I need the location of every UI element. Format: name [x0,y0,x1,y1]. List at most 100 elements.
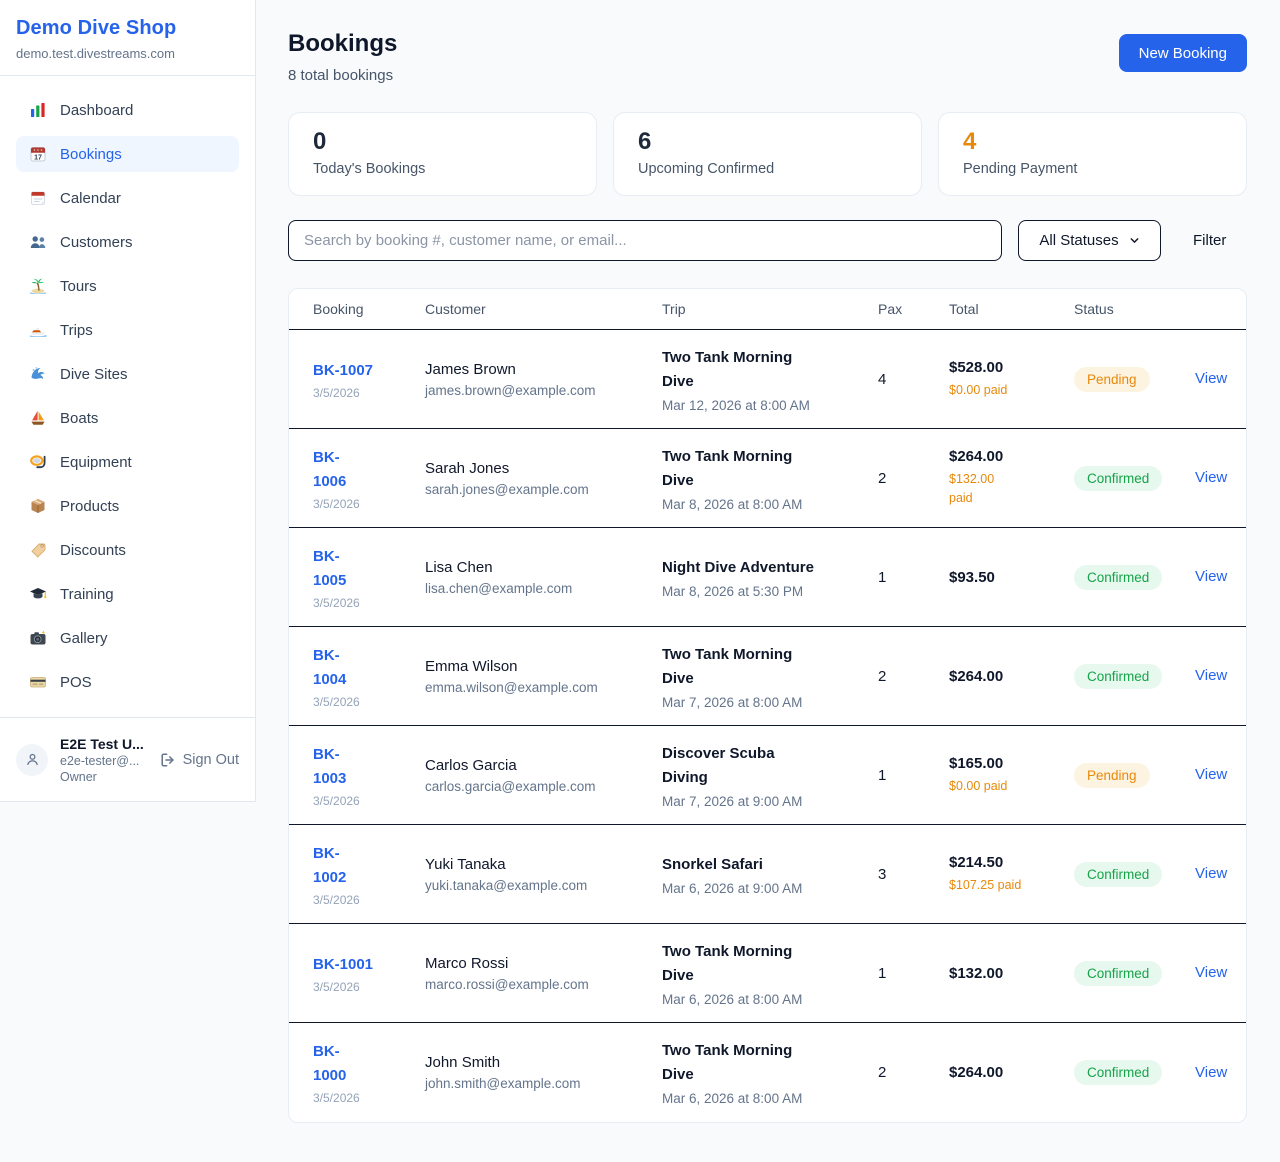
booking-id-link[interactable]: BK-1004 [313,644,359,692]
total-cell: $132.00 [949,965,1074,982]
sidebar-item-boats[interactable]: Boats [16,400,239,436]
pax-value: 4 [878,371,949,388]
sidebar-item-pos[interactable]: POS [16,664,239,700]
view-cell: View [1195,766,1227,784]
view-link[interactable]: View [1195,766,1227,783]
trip-cell: Two Tank Morning Dive Mar 6, 2026 at 8:00… [662,940,878,1007]
discounts-icon [29,541,47,559]
trip-cell: Two Tank Morning DiveMar 7, 2026 at 8:00… [662,643,878,710]
trips-icon [29,321,47,339]
booking-date: 3/5/2026 [313,1091,425,1105]
sidebar-item-label: Bookings [60,146,122,163]
sidebar-item-trips[interactable]: Trips [16,312,239,348]
sidebar-item-calendar[interactable]: Calendar [16,180,239,216]
total-amount: $93.50 [949,569,1074,586]
trip-datetime: Mar 6, 2026 at 8:00 AM [662,992,878,1007]
status-badge: Pending [1074,763,1150,788]
main-content: Bookings 8 total bookings New Booking 0 … [256,0,1280,1123]
booking-id-link[interactable]: BK-1001 [313,953,373,977]
booking-id-link[interactable]: BK-1003 [313,743,359,791]
booking-id-link[interactable]: BK-1007 [313,359,373,383]
filter-button[interactable]: Filter [1193,232,1226,249]
customers-icon [29,233,47,251]
bookings-table: Booking Customer Trip Pax Total Status B… [288,288,1247,1123]
sidebar-item-label: Trips [60,322,93,339]
trip-name: Snorkel Safari [662,853,822,877]
paid-amount: $132.00 paid [949,470,1007,508]
sidebar-item-tours[interactable]: Tours [16,268,239,304]
customer-email: sarah.jones@example.com [425,482,662,497]
sidebar-item-label: Dashboard [60,102,133,119]
total-cell: $528.00$0.00 paid [949,359,1074,400]
stat-label: Pending Payment [963,161,1222,177]
paid-amount: $107.25 paid [949,876,1074,895]
customer-name: Emma Wilson [425,658,662,675]
pax-value: 2 [878,1064,949,1081]
paid-amount: $0.00 paid [949,381,1074,400]
sidebar: Demo Dive Shop demo.test.divestreams.com… [0,0,256,802]
booking-cell: BK-1007 3/5/2026 [313,359,425,400]
total-amount: $264.00 [949,668,1074,685]
table-row: BK-10073/5/2026James Brownjames.brown@ex… [289,330,1246,429]
booking-date: 3/5/2026 [313,980,425,994]
user-role: Owner [60,770,144,784]
view-link[interactable]: View [1195,667,1227,684]
view-link[interactable]: View [1195,1064,1227,1081]
sidebar-item-dive-sites[interactable]: Dive Sites [16,356,239,392]
total-cell: $93.50 [949,569,1074,586]
customer-email: james.brown@example.com [425,383,662,398]
booking-cell: BK-10023/5/2026 [313,842,425,907]
dashboard-icon [29,101,47,119]
sidebar-item-equipment[interactable]: Equipment [16,444,239,480]
total-amount: $214.50 [949,854,1074,871]
customer-email: lisa.chen@example.com [425,581,662,596]
sidebar-item-bookings[interactable]: 17 Bookings [16,136,239,172]
sidebar-footer: E2E Test U... e2e-tester@... Owner Sign … [0,717,255,801]
sidebar-item-training[interactable]: Training [16,576,239,612]
avatar [16,744,48,776]
booking-date: 3/5/2026 [313,386,425,400]
page-header: Bookings 8 total bookings New Booking [288,30,1247,84]
bookings-icon: 17 [29,145,47,163]
table-body: BK-10073/5/2026James Brownjames.brown@ex… [289,330,1246,1122]
view-link[interactable]: View [1195,370,1227,387]
trip-name: Two Tank Morning Dive [662,445,822,493]
booking-id-link[interactable]: BK-1006 [313,446,359,494]
table-row: BK-1000 3/5/2026John Smithjohn.smith@exam… [289,1023,1246,1122]
trip-name: Two Tank Morning Dive [662,940,822,988]
paid-amount: $0.00 paid [949,777,1074,796]
customer-cell: Sarah Jonessarah.jones@example.com [425,460,662,497]
status-badge: Confirmed [1074,466,1162,491]
search-input[interactable] [288,220,1002,261]
sidebar-item-dashboard[interactable]: Dashboard [16,92,239,128]
booking-id-link[interactable]: BK-1002 [313,842,359,890]
sidebar-item-discounts[interactable]: Discounts [16,532,239,568]
calendar-icon [29,189,47,207]
view-link[interactable]: View [1195,568,1227,585]
status-cell: Confirmed [1074,961,1195,986]
user-name: E2E Test U... [60,736,144,752]
total-cell: $165.00 $0.00 paid [949,755,1074,796]
total-amount: $165.00 [949,755,1074,772]
stat-label: Upcoming Confirmed [638,161,897,177]
booking-id-link[interactable]: BK-1005 [313,545,359,593]
status-select[interactable]: All Statuses [1018,220,1161,261]
trip-datetime: Mar 8, 2026 at 5:30 PM [662,584,878,599]
sidebar-item-gallery[interactable]: Gallery [16,620,239,656]
sign-out-button[interactable]: Sign Out [160,752,239,768]
booking-id-link[interactable]: BK-1000 [313,1040,359,1088]
view-cell: View [1195,964,1227,982]
training-icon [29,585,47,603]
view-link[interactable]: View [1195,469,1227,486]
customer-cell: John Smithjohn.smith@example.com [425,1054,662,1091]
column-header-trip: Trip [662,301,878,317]
view-link[interactable]: View [1195,865,1227,882]
new-booking-button[interactable]: New Booking [1119,34,1247,72]
status-cell: Pending [1074,367,1195,392]
view-link[interactable]: View [1195,964,1227,981]
trip-name: Discover Scuba Diving [662,742,822,790]
column-header-total: Total [949,301,1074,317]
sidebar-item-customers[interactable]: Customers [16,224,239,260]
tours-icon [29,277,47,295]
sidebar-item-products[interactable]: Products [16,488,239,524]
